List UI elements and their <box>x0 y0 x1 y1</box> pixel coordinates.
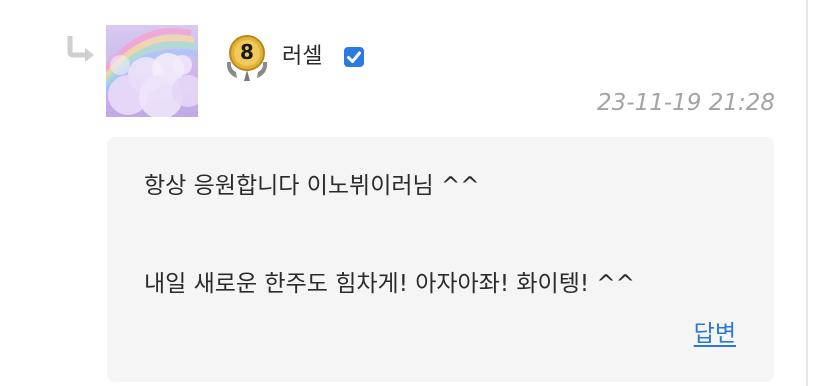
comment-text-line-1: 항상 응원합니다 이노뷔이러님 ^^ <box>144 173 480 199</box>
verified-check-icon <box>344 47 364 67</box>
comment-timestamp: 23-11-19 21:28 <box>597 90 775 116</box>
right-divider <box>806 0 808 386</box>
avatar[interactable] <box>106 25 198 117</box>
reply-button[interactable]: 답변 <box>694 318 736 350</box>
author-name[interactable]: 러셀 <box>282 42 322 72</box>
reply-arrow-icon <box>67 36 94 62</box>
avatar-image <box>106 25 198 117</box>
comment-text-line-2: 내일 새로운 한주도 힘차게! 아자아좌! 화이텡! ^^ <box>144 271 635 297</box>
level-badge-number: 8 <box>240 40 254 64</box>
